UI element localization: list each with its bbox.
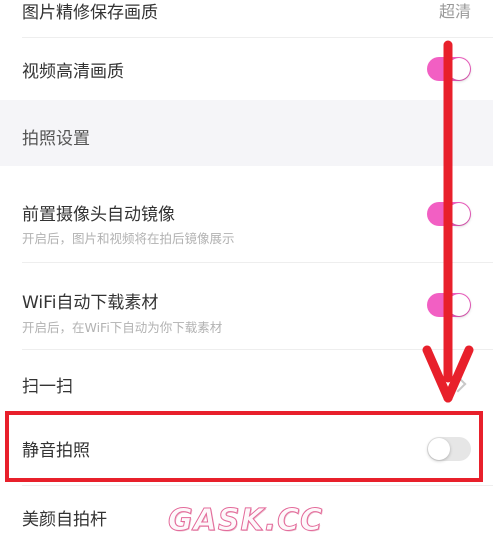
watermark-logo: GASK.CC <box>167 503 324 539</box>
annotation-arrow-down-icon <box>422 40 474 403</box>
settings-screen: 图片精修保存画质 超清 视频高清画质 拍照设置 前置摄像头自动镜像 开启后，图片… <box>0 0 493 543</box>
